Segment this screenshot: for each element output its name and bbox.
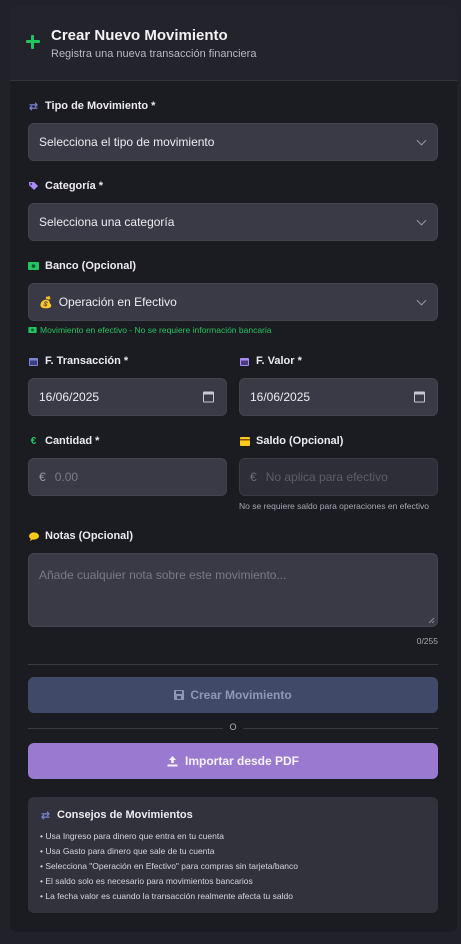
separator-text: O (229, 722, 237, 732)
categoria-select-value: Selecciona una categoría (39, 215, 175, 229)
page-title: Crear Nuevo Movimiento (51, 26, 228, 44)
tips-box: ⇄ Consejos de Movimientos • Usa Ingreso … (28, 797, 438, 913)
money-bag-icon: 💰 (39, 296, 53, 309)
swap-arrows-icon: ⇄ (40, 809, 51, 822)
cash-icon (28, 325, 37, 335)
saldo-input: € No aplica para efectivo (239, 458, 438, 496)
cantidad-prefix: € (39, 470, 46, 484)
banco-hint-text: Movimiento en efectivo - No se requiere … (40, 325, 272, 335)
plus-icon (26, 35, 40, 49)
f-valor-label-text: F. Valor * (256, 355, 302, 367)
resize-handle-icon[interactable] (428, 617, 435, 624)
tips-title-text: Consejos de Movimientos (57, 809, 193, 821)
create-movement-label: Crear Movimiento (190, 688, 292, 702)
f-valor-input[interactable]: 16/06/2025 (239, 378, 438, 416)
banco-label-text: Banco (Opcional) (45, 260, 137, 272)
saldo-hint: No se requiere saldo para operaciones en… (239, 501, 429, 511)
cantidad-input[interactable]: € 0.00 (28, 458, 227, 496)
f-transaccion-label: F. Transacción * (28, 355, 128, 367)
banco-select[interactable]: 💰 Operación en Efectivo (28, 283, 438, 321)
f-valor-value: 16/06/2025 (250, 390, 311, 404)
upload-icon (167, 755, 178, 766)
notas-placeholder: Añade cualquier nota sobre este movimien… (39, 568, 287, 582)
saldo-prefix: € (250, 470, 257, 484)
divider (28, 664, 438, 665)
f-transaccion-input[interactable]: 16/06/2025 (28, 378, 227, 416)
categoria-label: Categoría * (28, 180, 103, 192)
import-pdf-button[interactable]: Importar desde PDF (28, 743, 438, 779)
cantidad-label: € Cantidad * (28, 435, 100, 447)
cash-icon (28, 261, 39, 271)
chevron-down-icon (416, 215, 427, 226)
import-pdf-label: Importar desde PDF (184, 754, 300, 768)
tip-item: • La fecha valor es cuando la transacció… (40, 891, 293, 901)
euro-icon: € (30, 435, 37, 447)
save-icon (174, 690, 185, 700)
banco-hint: Movimiento en efectivo - No se requiere … (28, 325, 272, 335)
tips-title: ⇄ Consejos de Movimientos (40, 809, 426, 822)
tip-item: • Usa Ingreso para dinero que entra en t… (40, 831, 224, 841)
create-movement-panel: Crear Nuevo Movimiento Registra una nuev… (10, 6, 457, 932)
banco-select-value: Operación en Efectivo (58, 295, 177, 309)
tipo-label-text: Tipo de Movimiento * (45, 100, 156, 112)
tipo-label: ⇄ Tipo de Movimiento * (28, 100, 156, 113)
tipo-select-value: Selecciona el tipo de movimiento (39, 135, 215, 149)
chevron-down-icon (416, 135, 427, 146)
notas-label-text: Notas (Opcional) (45, 530, 134, 542)
saldo-placeholder: No aplica para efectivo (265, 470, 388, 484)
chevron-down-icon (416, 295, 427, 306)
separator-line-left (28, 728, 223, 729)
tipo-select[interactable]: Selecciona el tipo de movimiento (28, 123, 438, 161)
separator-line-right (243, 728, 438, 729)
speech-bubble-icon (28, 531, 39, 541)
saldo-label-text: Saldo (Opcional) (256, 435, 344, 447)
cantidad-label-text: Cantidad * (45, 435, 100, 447)
panel-header: Crear Nuevo Movimiento Registra una nuev… (10, 6, 457, 81)
tip-item: • El saldo solo es necesario para movimi… (40, 876, 253, 886)
notas-label: Notas (Opcional) (28, 530, 133, 542)
calendar-icon (28, 356, 39, 366)
tip-item: • Usa Gasto para dinero que sale de tu c… (40, 846, 215, 856)
saldo-label: Saldo (Opcional) (239, 435, 343, 447)
f-transaccion-value: 16/06/2025 (39, 390, 100, 404)
f-valor-label: F. Valor * (239, 355, 302, 367)
categoria-label-text: Categoría * (45, 180, 104, 192)
page-subtitle: Registra una nueva transacción financier… (51, 47, 257, 60)
tag-icon (28, 181, 39, 191)
cantidad-placeholder: 0.00 (54, 470, 79, 484)
banco-label: Banco (Opcional) (28, 260, 136, 272)
categoria-select[interactable]: Selecciona una categoría (28, 203, 438, 241)
notas-counter: 0/255 (416, 636, 438, 646)
wallet-icon (239, 436, 250, 446)
f-transaccion-label-text: F. Transacción * (45, 355, 129, 367)
swap-arrows-icon: ⇄ (28, 100, 39, 113)
calendar-picker-icon[interactable] (414, 391, 425, 403)
notas-textarea[interactable]: Añade cualquier nota sobre este movimien… (28, 553, 438, 627)
calendar-picker-icon[interactable] (203, 391, 214, 403)
create-movement-button[interactable]: Crear Movimiento (28, 677, 438, 713)
calendar-icon (239, 356, 250, 366)
tip-item: • Selecciona "Operación en Efectivo" par… (40, 861, 299, 871)
